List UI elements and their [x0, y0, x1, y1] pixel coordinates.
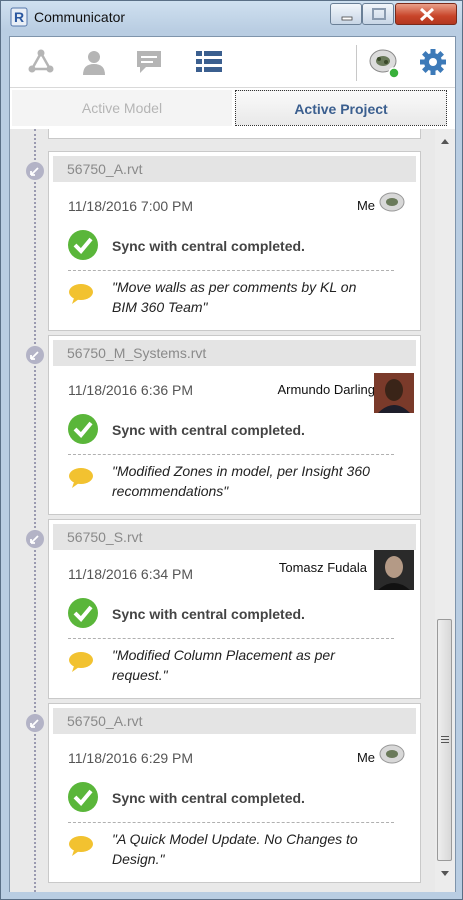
sync-status: Sync with central completed.: [112, 422, 305, 438]
comment-icon: [69, 652, 93, 672]
vertical-scrollbar[interactable]: [435, 129, 455, 892]
minimize-button[interactable]: [330, 3, 362, 25]
scroll-down-arrow-icon[interactable]: [440, 870, 450, 878]
comment-icon: [69, 284, 93, 304]
sync-status: Sync with central completed.: [112, 790, 305, 806]
user-name: Me: [356, 750, 375, 765]
file-name: 56750_A.rvt: [67, 161, 143, 177]
close-button[interactable]: [395, 3, 457, 25]
file-name: 56750_M_Systems.rvt: [67, 345, 207, 361]
timeline-node-icon: [26, 162, 44, 180]
list-icon[interactable]: [194, 47, 224, 77]
comment-text: "Modified Zones in model, per Insight 36…: [112, 463, 370, 499]
comment-icon: [69, 836, 93, 856]
check-icon: [68, 598, 98, 628]
avatar: [379, 192, 405, 212]
toolbar-separator: [356, 45, 357, 81]
svg-text:R: R: [14, 9, 24, 25]
grip-line: [441, 742, 449, 743]
project-thumbnail[interactable]: [367, 46, 401, 80]
minimize-icon: [341, 16, 353, 21]
feed-card[interactable]: 56750_M_Systems.rvt 11/18/2016 6:36 PM A…: [48, 335, 421, 515]
card-header: 56750_M_Systems.rvt: [53, 340, 416, 366]
view-tabs: Active Model Active Project: [10, 88, 455, 128]
timestamp: 11/18/2016 6:36 PM: [68, 382, 194, 398]
card-header: 56750_A.rvt: [53, 708, 416, 734]
check-icon: [68, 782, 98, 812]
gear-icon[interactable]: [418, 47, 448, 77]
chat-icon[interactable]: [134, 47, 164, 77]
timeline-node-icon: [26, 714, 44, 732]
divider: [68, 270, 394, 271]
check-icon: [68, 230, 98, 260]
activity-feed: 56750_A.rvt 11/18/2016 7:00 PM Me Sync w…: [10, 129, 455, 892]
timeline-node-icon: [26, 346, 44, 364]
user-name: Tomasz Fudala: [278, 560, 367, 575]
person-icon[interactable]: [79, 47, 109, 77]
card-header: 56750_A.rvt: [53, 156, 416, 182]
communicator-panel: Active Model Active Project 56750_A.rvt …: [9, 36, 456, 892]
tab-active-model[interactable]: Active Model: [12, 90, 232, 126]
title-bar[interactable]: R Communicator: [1, 1, 462, 33]
grip-line: [441, 739, 449, 740]
scrollbar-thumb[interactable]: [437, 619, 452, 861]
check-icon: [68, 414, 98, 444]
user-name: Armundo Darling: [277, 382, 375, 397]
user-name: Me: [356, 198, 375, 213]
card-header: 56750_S.rvt: [53, 524, 416, 550]
timestamp: 11/18/2016 7:00 PM: [68, 198, 194, 214]
maximize-button[interactable]: [362, 3, 394, 25]
divider: [68, 454, 394, 455]
avatar: [374, 550, 414, 590]
revit-logo-icon: R: [10, 7, 28, 27]
timestamp: 11/18/2016 6:34 PM: [68, 566, 194, 582]
grip-line: [441, 736, 449, 737]
comment-text: "Move walls as per comments by KL on BIM…: [112, 279, 357, 315]
avatar: [374, 373, 414, 413]
comment-icon: [69, 468, 93, 488]
network-icon[interactable]: [26, 47, 56, 77]
toolbar: [10, 37, 455, 88]
sync-status: Sync with central completed.: [112, 606, 305, 622]
feed-card[interactable]: 56750_A.rvt 11/18/2016 6:29 PM Me Sync w…: [48, 703, 421, 883]
comment-text: "Modified Column Placement as per reques…: [112, 647, 335, 683]
divider: [68, 822, 394, 823]
feed-card[interactable]: 56750_S.rvt 11/18/2016 6:34 PM Tomasz Fu…: [48, 519, 421, 699]
file-name: 56750_S.rvt: [67, 529, 143, 545]
scroll-up-arrow-icon[interactable]: [440, 137, 450, 145]
window-title: Communicator: [34, 9, 126, 25]
feed-card[interactable]: 56750_A.rvt 11/18/2016 7:00 PM Me Sync w…: [48, 151, 421, 331]
communicator-window: R Communicator Active Model Active Proje…: [0, 0, 463, 900]
comment-text: "A Quick Model Update. No Changes to Des…: [112, 831, 358, 867]
timeline-node-icon: [26, 530, 44, 548]
timeline-line: [34, 129, 36, 892]
tab-active-project[interactable]: Active Project: [235, 90, 447, 126]
sync-status: Sync with central completed.: [112, 238, 305, 254]
file-name: 56750_A.rvt: [67, 713, 143, 729]
maximize-icon: [372, 8, 386, 20]
divider: [68, 638, 394, 639]
timestamp: 11/18/2016 6:29 PM: [68, 750, 194, 766]
avatar: [379, 744, 405, 764]
feed-card-partial: [48, 129, 421, 139]
close-icon: [419, 7, 435, 22]
